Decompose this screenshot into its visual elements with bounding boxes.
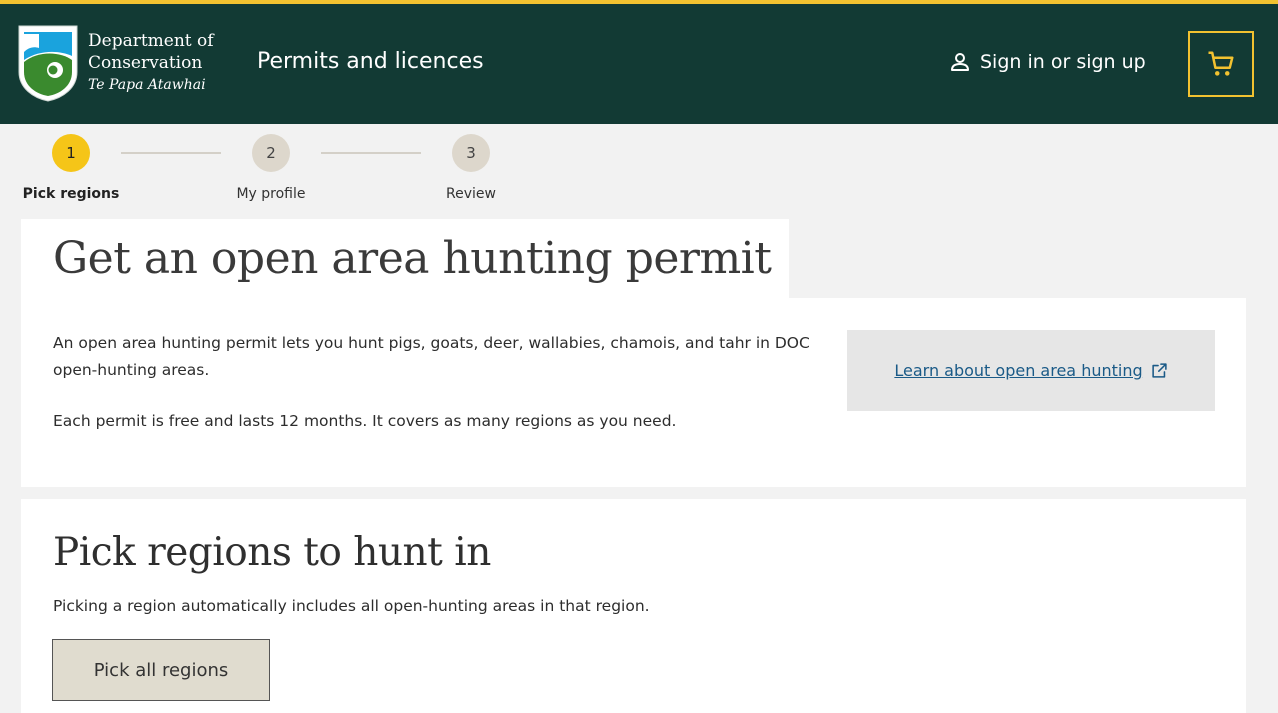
regions-title: Pick regions to hunt in xyxy=(53,530,491,575)
step-1-label: Pick regions xyxy=(22,186,120,202)
doc-logo-text: Department of Conservation Te Papa Atawh… xyxy=(88,30,214,96)
cart-button[interactable] xyxy=(1188,31,1254,97)
learn-more-box: Learn about open area hunting xyxy=(847,330,1215,411)
step-1-indicator: 1 xyxy=(52,134,90,172)
step-2-indicator: 2 xyxy=(252,134,290,172)
step-3-label: Review xyxy=(446,186,496,202)
external-link-icon xyxy=(1151,363,1167,378)
intro-paragraph-2: Each permit is free and lasts 12 months.… xyxy=(53,412,677,430)
learn-link-label: Learn about open area hunting xyxy=(894,361,1143,380)
sign-in-label: Sign in or sign up xyxy=(980,51,1146,73)
logo-line-1: Department of xyxy=(88,31,214,51)
site-title[interactable]: Permits and licences xyxy=(257,47,484,77)
step-3-indicator: 3 xyxy=(452,134,490,172)
step-connector xyxy=(321,152,421,154)
intro-paragraph: An open area hunting permit lets you hun… xyxy=(53,334,810,379)
step-connector xyxy=(121,152,221,154)
logo-line-3: Te Papa Atawhai xyxy=(88,77,206,93)
sign-in-link[interactable]: Sign in or sign up xyxy=(948,47,1146,77)
regions-description: Picking a region automatically includes … xyxy=(53,597,650,615)
learn-open-area-hunting-link[interactable]: Learn about open area hunting xyxy=(894,361,1167,380)
cart-icon xyxy=(1208,51,1234,76)
person-icon xyxy=(951,53,969,71)
doc-logo-icon[interactable] xyxy=(17,24,79,102)
step-2-label: My profile xyxy=(236,186,306,202)
page-title: Get an open area hunting permit xyxy=(53,233,772,284)
pick-all-regions-button[interactable]: Pick all regions xyxy=(52,639,270,701)
logo-line-2: Conservation xyxy=(88,53,203,73)
